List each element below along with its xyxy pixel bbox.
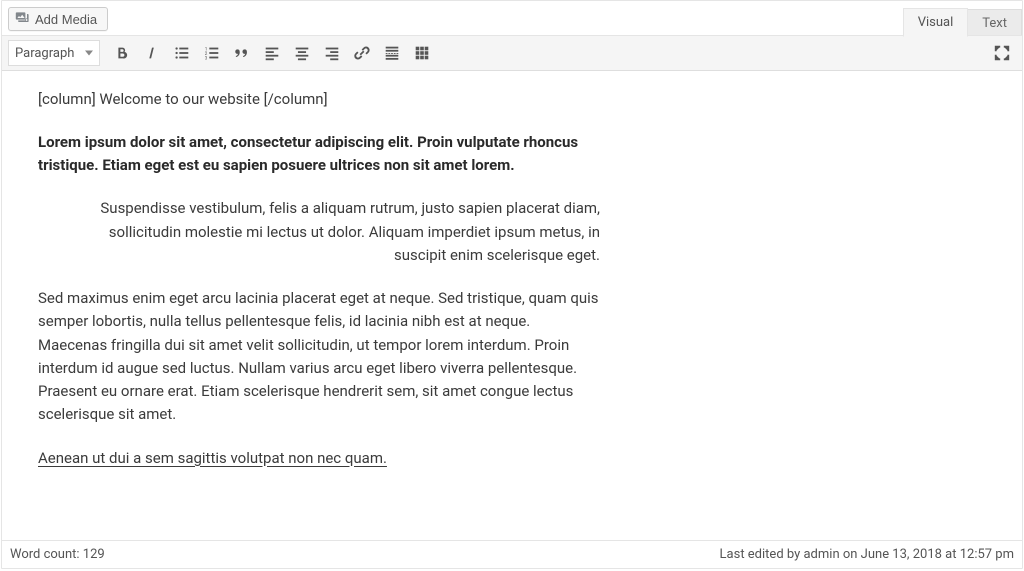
- format-select-label: Paragraph: [15, 46, 74, 61]
- status-bar: Word count: 129 Last edited by admin on …: [2, 540, 1022, 568]
- svg-text:3: 3: [205, 55, 208, 61]
- editor-content-area[interactable]: [column] Welcome to our website [/column…: [2, 71, 1022, 540]
- editor-toolbar: Paragraph 123: [2, 35, 1022, 71]
- align-center-button[interactable]: [288, 40, 316, 66]
- top-row: Add Media Visual Text: [2, 1, 1022, 35]
- align-right-button[interactable]: [318, 40, 346, 66]
- content-paragraph-5[interactable]: Aenean ut dui a sem sagittis volutpat no…: [38, 447, 600, 470]
- media-icon: [15, 10, 31, 29]
- add-media-label: Add Media: [35, 12, 97, 27]
- content-paragraph-3[interactable]: Suspendisse vestibulum, felis a aliquam …: [38, 197, 600, 267]
- format-select[interactable]: Paragraph: [8, 40, 100, 66]
- word-count: Word count: 129: [10, 547, 105, 562]
- content-paragraph-1[interactable]: [column] Welcome to our website [/column…: [38, 89, 600, 111]
- content-paragraph-4[interactable]: Sed maximus enim eget arcu lacinia place…: [38, 287, 600, 427]
- blockquote-button[interactable]: [228, 40, 256, 66]
- tab-visual[interactable]: Visual: [903, 8, 969, 37]
- italic-button[interactable]: [138, 40, 166, 66]
- last-edited: Last edited by admin on June 13, 2018 at…: [720, 547, 1014, 562]
- numbered-list-button[interactable]: 123: [198, 40, 226, 66]
- bold-button[interactable]: [108, 40, 136, 66]
- read-more-button[interactable]: [378, 40, 406, 66]
- fullscreen-button[interactable]: [988, 40, 1016, 66]
- editor-container: Add Media Visual Text Paragraph 123: [1, 0, 1023, 569]
- link-button[interactable]: [348, 40, 376, 66]
- add-media-button[interactable]: Add Media: [8, 7, 108, 31]
- content-paragraph-2[interactable]: Lorem ipsum dolor sit amet, consectetur …: [38, 131, 600, 178]
- editor-content[interactable]: [column] Welcome to our website [/column…: [38, 89, 600, 470]
- align-left-button[interactable]: [258, 40, 286, 66]
- toolbar-toggle-button[interactable]: [408, 40, 436, 66]
- editor-tabs: Visual Text: [903, 7, 1022, 36]
- bullet-list-button[interactable]: [168, 40, 196, 66]
- tab-text[interactable]: Text: [967, 9, 1022, 37]
